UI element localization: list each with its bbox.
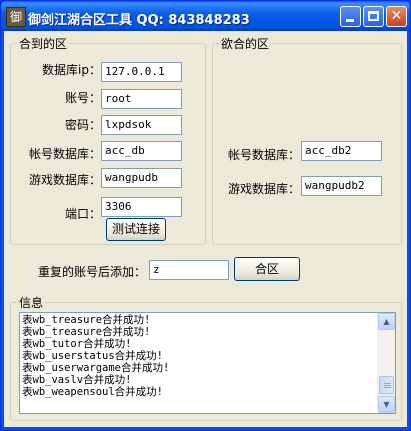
duplicate-suffix-label: 重复的账号后添加： (38, 265, 147, 279)
scroll-down-button[interactable]: ▼ (378, 396, 395, 413)
window-bottom-border (1, 427, 410, 430)
scroll-up-button[interactable]: ▲ (378, 313, 395, 330)
maximize-button[interactable] (363, 6, 384, 27)
account-label: 账号： (64, 91, 101, 105)
log-line: 表wb_treasure合并成功! (22, 326, 151, 338)
app-icon[interactable]: 御 (6, 7, 26, 27)
log-line: 表wb_treasure合并成功! (22, 314, 151, 326)
db-ip-input[interactable]: 127.0.0.1 (101, 62, 182, 82)
password-input[interactable]: lxpdsok (101, 115, 182, 135)
log-textarea[interactable]: 表wb_treasure合并成功! 表wb_treasure合并成功! 表wb_tu… (19, 312, 396, 414)
grip-line (384, 382, 391, 384)
log-line: 表wb_vaslv合并成功! (22, 374, 132, 386)
source-server-legend: 合到的区 (19, 37, 68, 51)
maximize-icon (368, 11, 379, 21)
log-line: 表wb_weapensoul合并成功! (22, 386, 164, 398)
minimize-button[interactable] (340, 6, 361, 27)
target-account-db-label: 帐号数据库： (227, 148, 300, 162)
close-button[interactable]: ✕ (386, 6, 407, 27)
target-account-db-input[interactable]: acc_db2 (301, 141, 382, 161)
grip-line (384, 386, 391, 388)
chevron-down-icon: ▼ (383, 400, 390, 409)
port-label: 端口： (64, 207, 101, 221)
test-connection-button[interactable]: 测试连接 (106, 218, 166, 241)
account-db-input[interactable]: acc_db (101, 141, 182, 161)
account-input[interactable]: root (101, 89, 182, 109)
target-game-db-input[interactable]: wangpudb2 (301, 176, 382, 196)
title-bar[interactable]: 御 御剑江湖合区工具 QQ: 843848283 ✕ (1, 1, 410, 31)
target-server-group: 欲合的区 (212, 35, 402, 245)
log-lines: 表wb_treasure合并成功! 表wb_treasure合并成功! 表wb_tu… (22, 314, 379, 412)
info-legend: 信息 (19, 296, 44, 310)
duplicate-suffix-input[interactable]: z (149, 260, 229, 280)
client-area: 合到的区 数据库ip： 127.0.0.1 账号： root 密码： lxpds… (4, 31, 407, 427)
window-title: 御剑江湖合区工具 QQ: 843848283 (28, 13, 250, 28)
target-server-legend: 欲合的区 (221, 37, 270, 51)
game-db-label: 游戏数据库： (28, 173, 101, 187)
log-line: 表wb_userwargame合并成功! (22, 362, 170, 374)
merge-button[interactable]: 合区 (234, 257, 300, 281)
scrollbar-thumb[interactable] (379, 375, 394, 394)
log-line: 表wb_userstatus合并成功! (22, 350, 164, 362)
app-window: 御 御剑江湖合区工具 QQ: 843848283 ✕ 合到的区 数据库ip： 1… (0, 0, 411, 431)
chevron-up-icon: ▲ (383, 317, 390, 326)
db-ip-label: 数据库ip： (42, 63, 101, 77)
account-db-label: 帐号数据库： (28, 147, 101, 161)
port-input[interactable]: 3306 (101, 197, 182, 217)
target-game-db-label: 游戏数据库： (227, 182, 300, 196)
grip-line (384, 384, 391, 386)
close-icon: ✕ (390, 8, 403, 24)
log-vertical-scrollbar[interactable]: ▲ ▼ (377, 313, 395, 413)
log-line: 表wb_tutor合并成功! (22, 338, 132, 350)
game-db-input[interactable]: wangpudb (101, 168, 182, 188)
password-label: 密码： (64, 118, 101, 132)
minimize-icon (346, 19, 354, 22)
